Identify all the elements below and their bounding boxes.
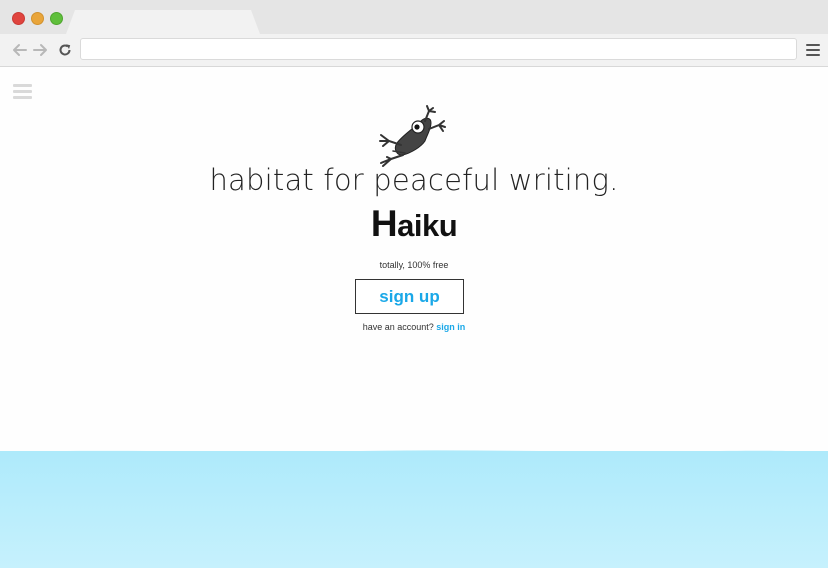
browser-menu-icon[interactable] (806, 43, 820, 57)
account-prompt: have an account? (362, 322, 434, 332)
minimize-window-button[interactable] (31, 12, 44, 25)
account-prompt-line: have an account? sign in (0, 322, 828, 332)
pricing-note: totally, 100% free (379, 260, 449, 270)
reload-icon[interactable] (56, 41, 74, 59)
brand-rest: aiku (397, 208, 458, 243)
water-footer (0, 450, 828, 568)
browser-window: habitat for peaceful writing. Haiku tota… (0, 0, 828, 568)
water-wave (0, 450, 828, 455)
frog-logo-icon (375, 105, 455, 167)
close-window-button[interactable] (12, 12, 25, 25)
forward-arrow-icon[interactable] (32, 41, 50, 59)
browser-toolbar (0, 34, 828, 67)
page-tagline: habitat for peaceful writing. (209, 163, 619, 197)
brand-initial: H (370, 203, 398, 244)
sign-in-link[interactable]: sign in (436, 322, 465, 332)
sign-up-button[interactable]: sign up (355, 279, 464, 314)
back-arrow-icon[interactable] (10, 41, 28, 59)
browser-tab[interactable] (66, 10, 260, 34)
maximize-window-button[interactable] (50, 12, 63, 25)
brand-wordmark: Haiku (0, 203, 828, 245)
browser-titlebar (0, 0, 828, 34)
address-bar[interactable] (80, 38, 797, 60)
hamburger-menu-icon[interactable] (13, 84, 32, 100)
page-content: habitat for peaceful writing. Haiku tota… (0, 67, 828, 568)
